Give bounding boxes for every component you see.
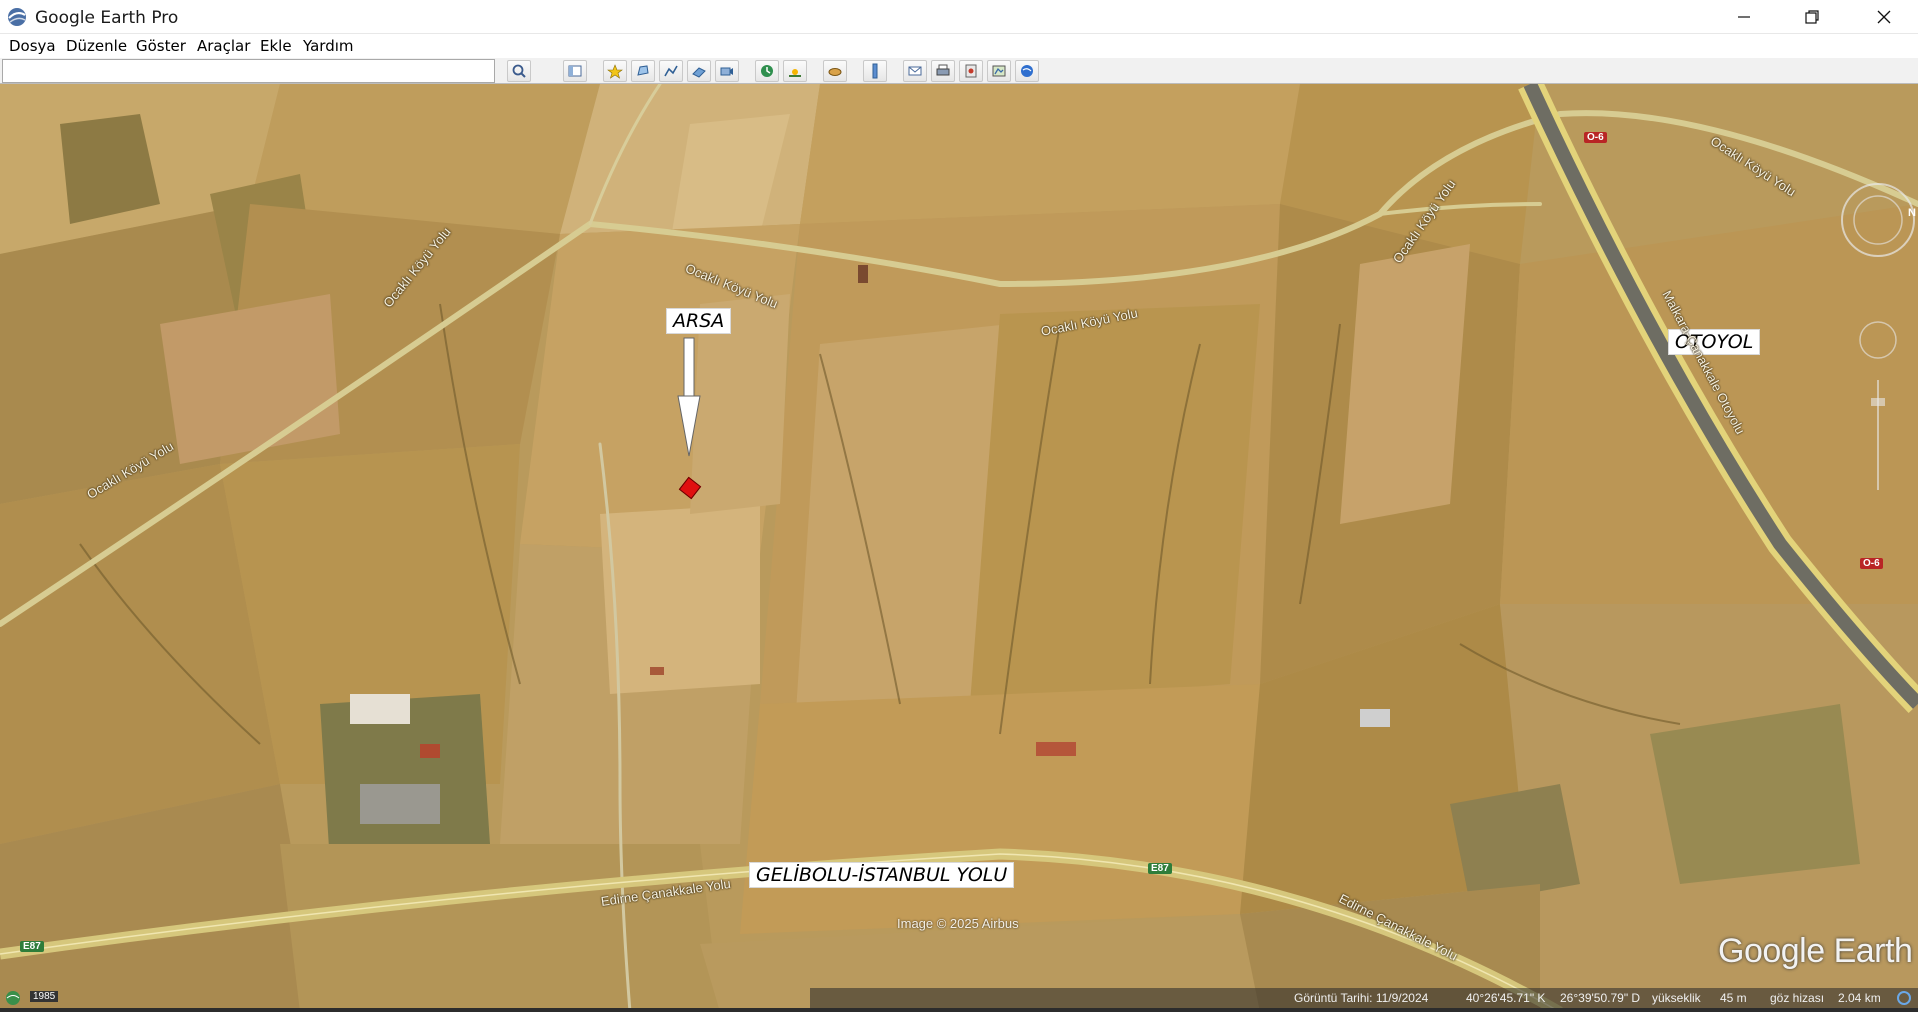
sidebar-toggle-button[interactable] xyxy=(563,60,587,82)
ruler-button[interactable] xyxy=(863,60,887,82)
add-path-button[interactable] xyxy=(659,60,683,82)
email-icon xyxy=(908,66,922,76)
add-image-overlay-icon xyxy=(692,67,706,78)
email-button[interactable] xyxy=(903,60,927,82)
record-tour-button[interactable] xyxy=(715,60,739,82)
historical-imagery-globe-icon[interactable] xyxy=(4,989,22,1007)
restore-button[interactable] xyxy=(1778,0,1846,34)
route-shield-o6: O-6 xyxy=(1584,132,1607,143)
label-gelibolu-istanbul-yolu: GELİBOLU-İSTANBUL YOLU xyxy=(749,862,1015,888)
imagery-date: Görüntü Tarihi: 11/9/2024 xyxy=(1294,991,1429,1005)
sunlight-button[interactable] xyxy=(783,60,807,82)
print-icon xyxy=(936,64,950,76)
add-polygon-button[interactable] xyxy=(631,60,655,82)
minimize-icon xyxy=(1738,16,1750,18)
route-shield-o6: O-6 xyxy=(1860,558,1883,569)
add-path-icon xyxy=(664,65,678,77)
oldest-imagery-year[interactable]: 1985 xyxy=(30,991,59,1002)
google-earth-app-icon xyxy=(8,8,26,26)
record-tour-icon xyxy=(720,67,733,76)
eye-altitude-value: 2.04 km xyxy=(1838,991,1881,1005)
add-placemark-icon xyxy=(607,64,623,79)
status-bar: 1985 Görüntü Tarihi: 11/9/2024 40°26'45.… xyxy=(0,988,1918,1008)
google-earth-button[interactable] xyxy=(1015,60,1039,82)
add-placemark-button[interactable] xyxy=(603,60,627,82)
svg-text:N: N xyxy=(1908,207,1916,219)
route-shield-e87: E87 xyxy=(1148,863,1172,874)
print-button[interactable] xyxy=(931,60,955,82)
save-image-icon xyxy=(965,64,977,78)
streaming-indicator-icon xyxy=(1897,991,1911,1005)
toolbar xyxy=(0,58,1918,84)
save-image-button[interactable] xyxy=(959,60,983,82)
menu-goster[interactable]: Göster xyxy=(136,37,186,55)
view-in-maps-button[interactable] xyxy=(987,60,1011,82)
planets-button[interactable] xyxy=(823,60,847,82)
search-icon xyxy=(512,64,526,78)
menu-yardim[interactable]: Yardım xyxy=(303,37,354,55)
historical-imagery-icon xyxy=(761,65,773,77)
minimize-button[interactable] xyxy=(1710,0,1778,34)
title-bar: Google Earth Pro xyxy=(0,0,1918,34)
eye-altitude-label: göz hizası xyxy=(1770,991,1825,1005)
imagery-copyright: Image © 2025 Airbus xyxy=(897,916,1019,931)
label-arsa: ARSA xyxy=(666,308,732,334)
sidebar-toggle-icon xyxy=(568,65,582,77)
map-view[interactable]: ARSA OTOYOL GELİBOLU-İSTANBUL YOLU Ocakl… xyxy=(0,84,1918,1012)
google-earth-watermark: Google Earth xyxy=(1718,932,1913,970)
menu-bar: Dosya Düzenle Göster Araçlar Ekle Yardım xyxy=(0,34,1918,58)
add-polygon-icon xyxy=(637,65,649,76)
latitude: 40°26'45.71" K xyxy=(1466,991,1546,1005)
historical-imagery-button[interactable] xyxy=(755,60,779,82)
elevation-label: yükseklik xyxy=(1652,991,1701,1005)
search-input[interactable] xyxy=(2,59,495,83)
add-image-overlay-button[interactable] xyxy=(687,60,711,82)
close-button[interactable] xyxy=(1850,0,1918,34)
longitude: 26°39'50.79" D xyxy=(1560,991,1641,1005)
route-shield-e87: E87 xyxy=(20,941,44,952)
ruler-icon xyxy=(872,63,878,79)
menu-ekle[interactable]: Ekle xyxy=(260,37,292,55)
menu-dosya[interactable]: Dosya xyxy=(9,37,56,55)
menu-duzenle[interactable]: Düzenle xyxy=(66,37,127,55)
close-icon xyxy=(1877,10,1891,24)
google-earth-icon xyxy=(1021,65,1033,77)
elevation-value: 45 m xyxy=(1720,991,1747,1005)
restore-icon xyxy=(1805,10,1819,24)
search-button[interactable] xyxy=(507,60,531,82)
window-title: Google Earth Pro xyxy=(35,8,179,28)
view-in-maps-icon xyxy=(992,65,1006,77)
menu-araclar[interactable]: Araçlar xyxy=(197,37,250,55)
navigation-controls[interactable]: N xyxy=(1838,180,1918,500)
planets-icon xyxy=(828,68,842,76)
sunlight-icon xyxy=(789,69,801,77)
window-bottom-border xyxy=(0,1008,1918,1012)
